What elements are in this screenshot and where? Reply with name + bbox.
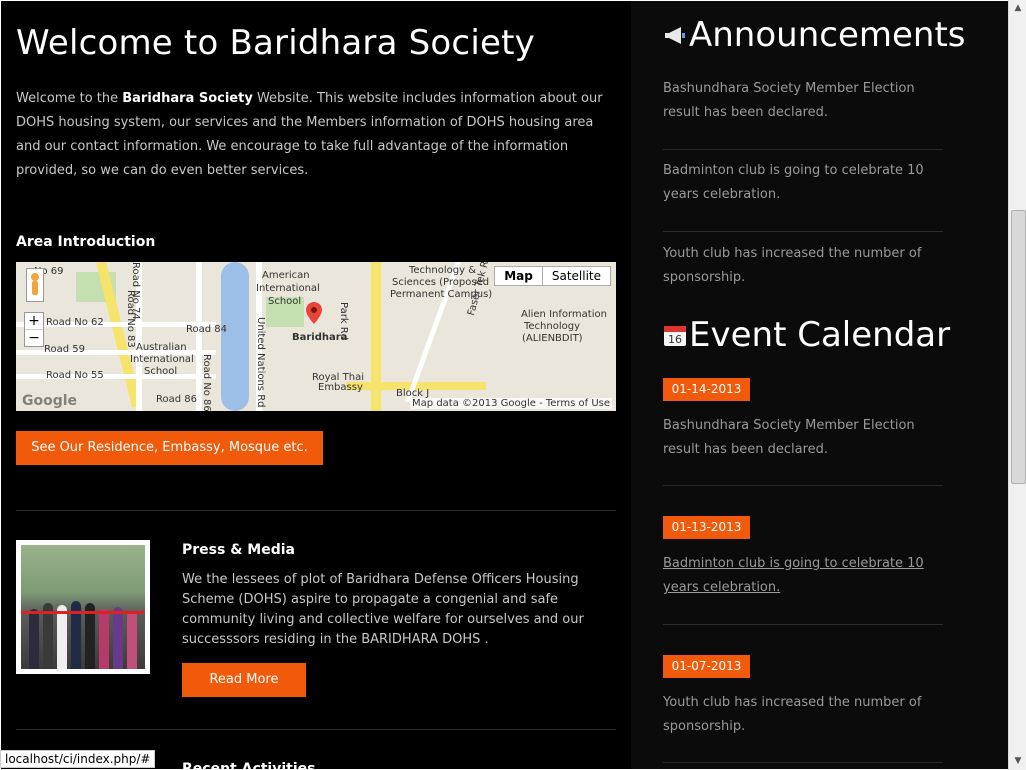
announcement-item[interactable]: Youth club has increased the number of s… — [663, 242, 943, 290]
page-frame: Welcome to Baridhara Society Welcome to … — [1, 1, 1008, 769]
area-introduction-heading: Area Introduction — [16, 234, 156, 250]
intro-bold: Baridhara Society — [122, 91, 253, 106]
event-calendar-title: Event Calendar — [689, 315, 951, 355]
event-date-badge: 01-14-2013 — [663, 378, 750, 401]
map-label: Technology — [524, 321, 581, 332]
read-more-button[interactable]: Read More — [182, 663, 306, 697]
map-label: American — [262, 270, 310, 281]
map-label: School — [268, 296, 302, 307]
map-label: Road No 86 — [201, 354, 212, 411]
announcement-item[interactable]: Badminton club is going to celebrate 10 … — [663, 159, 943, 207]
press-thumbnail[interactable] — [16, 540, 150, 674]
event-date-badge: 01-07-2013 — [663, 655, 750, 678]
map-label: Road No 55 — [46, 370, 104, 381]
map-label: (ALIENBDIT) — [522, 333, 583, 344]
map-label: International — [130, 354, 194, 365]
separator — [663, 624, 943, 625]
event-calendar-heading: 16 Event Calendar — [663, 315, 950, 355]
zoom-control: + − — [24, 312, 44, 347]
divider — [16, 729, 616, 730]
announcements-title: Announcements — [689, 15, 966, 55]
map-label: Australian — [136, 342, 187, 353]
pegman-icon[interactable] — [26, 268, 44, 302]
divider — [16, 510, 616, 511]
map-label: Embassy — [318, 382, 363, 393]
svg-text:16: 16 — [668, 333, 682, 346]
announcements-heading: Announcements — [663, 15, 966, 55]
photo-figure — [29, 609, 39, 669]
area-map[interactable]: No 69 Road No 74 Road No 83 Road No 62 R… — [16, 262, 616, 411]
map-lake — [221, 262, 249, 411]
megaphone-icon — [665, 27, 685, 44]
event-date-badge: 01-13-2013 — [663, 516, 750, 539]
announcement-item[interactable]: Bashundhara Society Member Election resu… — [663, 77, 943, 125]
intro-prefix: Welcome to the — [16, 91, 123, 106]
map-type-satellite-button[interactable]: Satellite — [543, 267, 610, 285]
map-pin-icon[interactable] — [306, 302, 322, 324]
press-photo — [21, 545, 145, 669]
separator — [663, 231, 943, 232]
separator — [663, 762, 943, 763]
map-label: Technology & — [409, 265, 476, 276]
scroll-up-arrow-icon[interactable]: ▲ — [1009, 0, 1026, 17]
scroll-down-arrow-icon[interactable]: ▼ — [1009, 753, 1026, 770]
press-media-text: We the lessees of plot of Baridhara Defe… — [182, 572, 584, 647]
map-label: School — [144, 366, 178, 377]
separator — [663, 485, 943, 486]
map-attribution[interactable]: Map data ©2013 Google - Terms of Use — [410, 398, 612, 409]
photo-ribbon — [21, 611, 145, 614]
vertical-scrollbar[interactable]: ▲ ▼ — [1008, 0, 1026, 770]
event-text[interactable]: Youth club has increased the number of s… — [663, 691, 943, 739]
status-bar-url: localhost/ci/index.php/# — [0, 750, 156, 768]
see-residence-button[interactable]: See Our Residence, Embassy, Mosque etc. — [16, 431, 323, 465]
event-text-link[interactable]: Badminton club is going to celebrate 10 … — [663, 552, 943, 600]
page-title: Welcome to Baridhara Society — [16, 23, 535, 63]
google-logo: Google — [22, 393, 78, 409]
map-label: Park Rd — [338, 302, 349, 341]
separator — [663, 149, 943, 150]
map-label: Road No 83 — [125, 290, 136, 348]
map-label: Road 86 — [156, 394, 197, 405]
photo-figure — [127, 611, 137, 669]
photo-figure — [57, 605, 67, 669]
map-label: Road No 62 — [46, 317, 104, 328]
map-label: Road 59 — [44, 344, 85, 355]
recent-activities-title: Recent Activities — [182, 761, 316, 769]
photo-figure — [113, 607, 123, 669]
map-type-control: Map Satellite — [494, 266, 611, 286]
calendar-icon: 16 — [664, 326, 686, 346]
intro-text: Welcome to the Baridhara Society Website… — [16, 87, 616, 183]
zoom-out-button[interactable]: − — [25, 329, 43, 346]
scrollbar-thumb[interactable] — [1011, 210, 1026, 484]
map-label: United Nations Rd — [255, 317, 266, 408]
map-label: International — [256, 283, 320, 294]
photo-figure — [99, 609, 109, 669]
event-text[interactable]: Bashundhara Society Member Election resu… — [663, 414, 943, 462]
map-type-map-button[interactable]: Map — [495, 267, 543, 285]
press-media-title: Press & Media — [182, 542, 295, 558]
map-label: Alien Information — [521, 309, 607, 320]
map-label: Road 84 — [186, 324, 227, 335]
zoom-in-button[interactable]: + — [25, 313, 43, 329]
